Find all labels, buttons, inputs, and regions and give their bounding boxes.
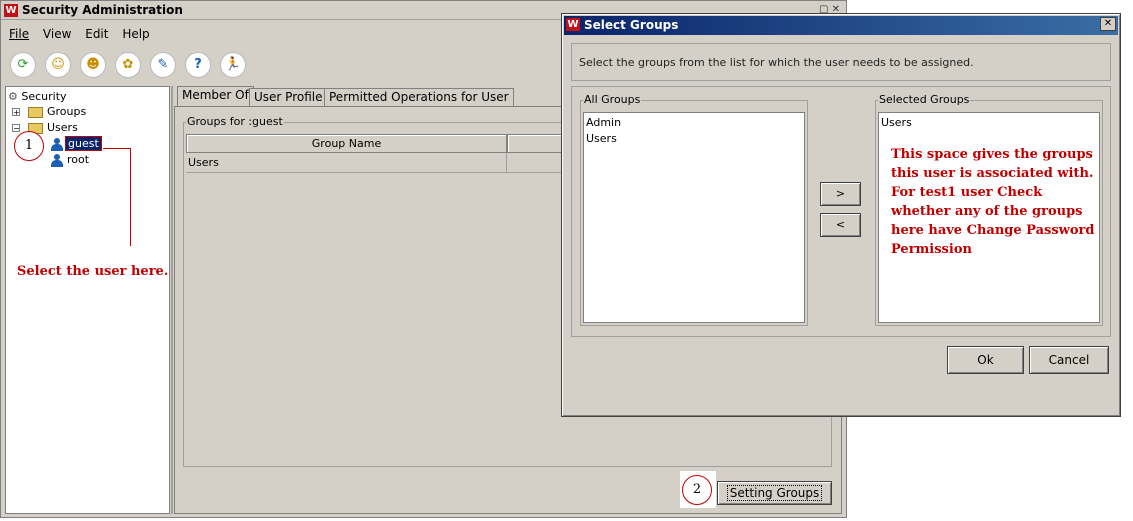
tab-member-of[interactable]: Member Of [177,86,254,107]
remove-button-label: < [835,218,846,231]
dialog-logo-icon: W [566,18,580,31]
security-gear-icon: ⚙ [8,90,18,103]
dialog-close-button[interactable]: ✕ [1100,17,1116,31]
selected-groups-annotation: This space gives the groups this user is… [891,145,1094,259]
group-name-header-label: Group Name [311,137,382,150]
collapse-users-icon[interactable]: − [12,124,20,133]
cell-divider [506,153,507,172]
run-icon[interactable]: 🏃 [220,52,246,78]
app-logo-icon: W [4,4,18,17]
tree-groups[interactable]: Groups [47,105,86,118]
expand-groups-icon[interactable]: + [12,108,20,117]
add-to-selected-button[interactable]: > [820,182,861,206]
tree-user-guest-label: guest [68,137,99,150]
tree-user-guest[interactable]: guest [64,135,103,152]
tab-user-profile[interactable]: User Profile [249,88,328,107]
step-2-marker: 2 [682,475,712,505]
select-groups-dialog: W Select Groups ✕ Select the groups from… [561,13,1121,417]
ok-button[interactable]: Ok [947,346,1024,374]
edit-icon[interactable]: ✎ [150,52,176,78]
user-icon [51,154,63,167]
all-groups-legend: All Groups [583,93,642,106]
tree-user-root[interactable]: root [67,153,89,166]
select-user-annotation: Select the user here. [17,264,169,279]
list-item[interactable]: Users [586,132,617,145]
step-1-marker: 1 [14,131,44,161]
add-group-icon[interactable]: ☻ [80,52,106,78]
add-button-label: > [835,187,846,200]
dialog-titlebar[interactable]: W Select Groups ✕ [564,16,1118,35]
selected-groups-list[interactable]: Users This space gives the groups this u… [878,112,1100,323]
add-user-icon[interactable]: ☺ [45,52,71,78]
refresh-icon[interactable]: ⟳ [10,52,36,78]
menu-file[interactable]: File [9,27,29,41]
list-item[interactable]: Admin [586,116,621,129]
group-name-column-header[interactable]: Group Name [186,134,507,153]
annotation-line: This space gives the groups [891,147,1093,162]
list-item[interactable]: Users [881,116,912,129]
main-window-title: Security Administration [22,3,183,17]
annotation-connector-v [130,148,131,246]
setting-groups-button[interactable]: Setting Groups [717,481,832,505]
menu-edit[interactable]: Edit [85,27,108,41]
annotation-connector-h [103,148,131,149]
menu-bar: File View Edit Help [9,27,160,41]
menu-help[interactable]: Help [122,27,149,41]
dialog-title: Select Groups [584,18,679,32]
annotation-line: whether any of the groups [891,204,1083,219]
groups-for-user-legend: Groups for :guest [186,115,284,128]
table-cell-group-name: Users [188,156,219,169]
tree-root-label: Security [21,90,67,103]
tree-root[interactable]: ⚙ Security [8,90,67,103]
menu-view[interactable]: View [43,27,71,41]
user-icon [51,138,63,151]
all-groups-list[interactable]: Admin Users [583,112,805,323]
tree-users[interactable]: Users [47,121,78,134]
help-icon[interactable]: ? [185,52,211,78]
tab-permitted-operations[interactable]: Permitted Operations for User [324,88,514,107]
folder-icon [28,107,43,118]
setting-groups-label: Setting Groups [726,485,823,501]
add-permission-icon[interactable]: ✿ [115,52,141,78]
annotation-line: this user is associated with. [891,166,1094,181]
selected-groups-legend: Selected Groups [878,93,971,106]
close-icon: ✕ [1103,18,1113,29]
remove-from-selected-button[interactable]: < [820,213,861,237]
splitter[interactable] [171,86,173,514]
annotation-line: here have Change Password [891,223,1095,238]
ok-button-label: Ok [977,353,994,367]
instruction-panel: Select the groups from the list for whic… [571,43,1111,81]
cancel-button[interactable]: Cancel [1029,346,1109,374]
annotation-line: Permission [891,242,972,257]
selected-groups-box: Selected Groups Users This space gives t… [875,93,1103,326]
instruction-text: Select the groups from the list for whic… [579,56,974,69]
all-groups-box: All Groups Admin Users [580,93,808,326]
cancel-button-label: Cancel [1048,353,1090,367]
annotation-line: For test1 user Check [891,185,1043,200]
